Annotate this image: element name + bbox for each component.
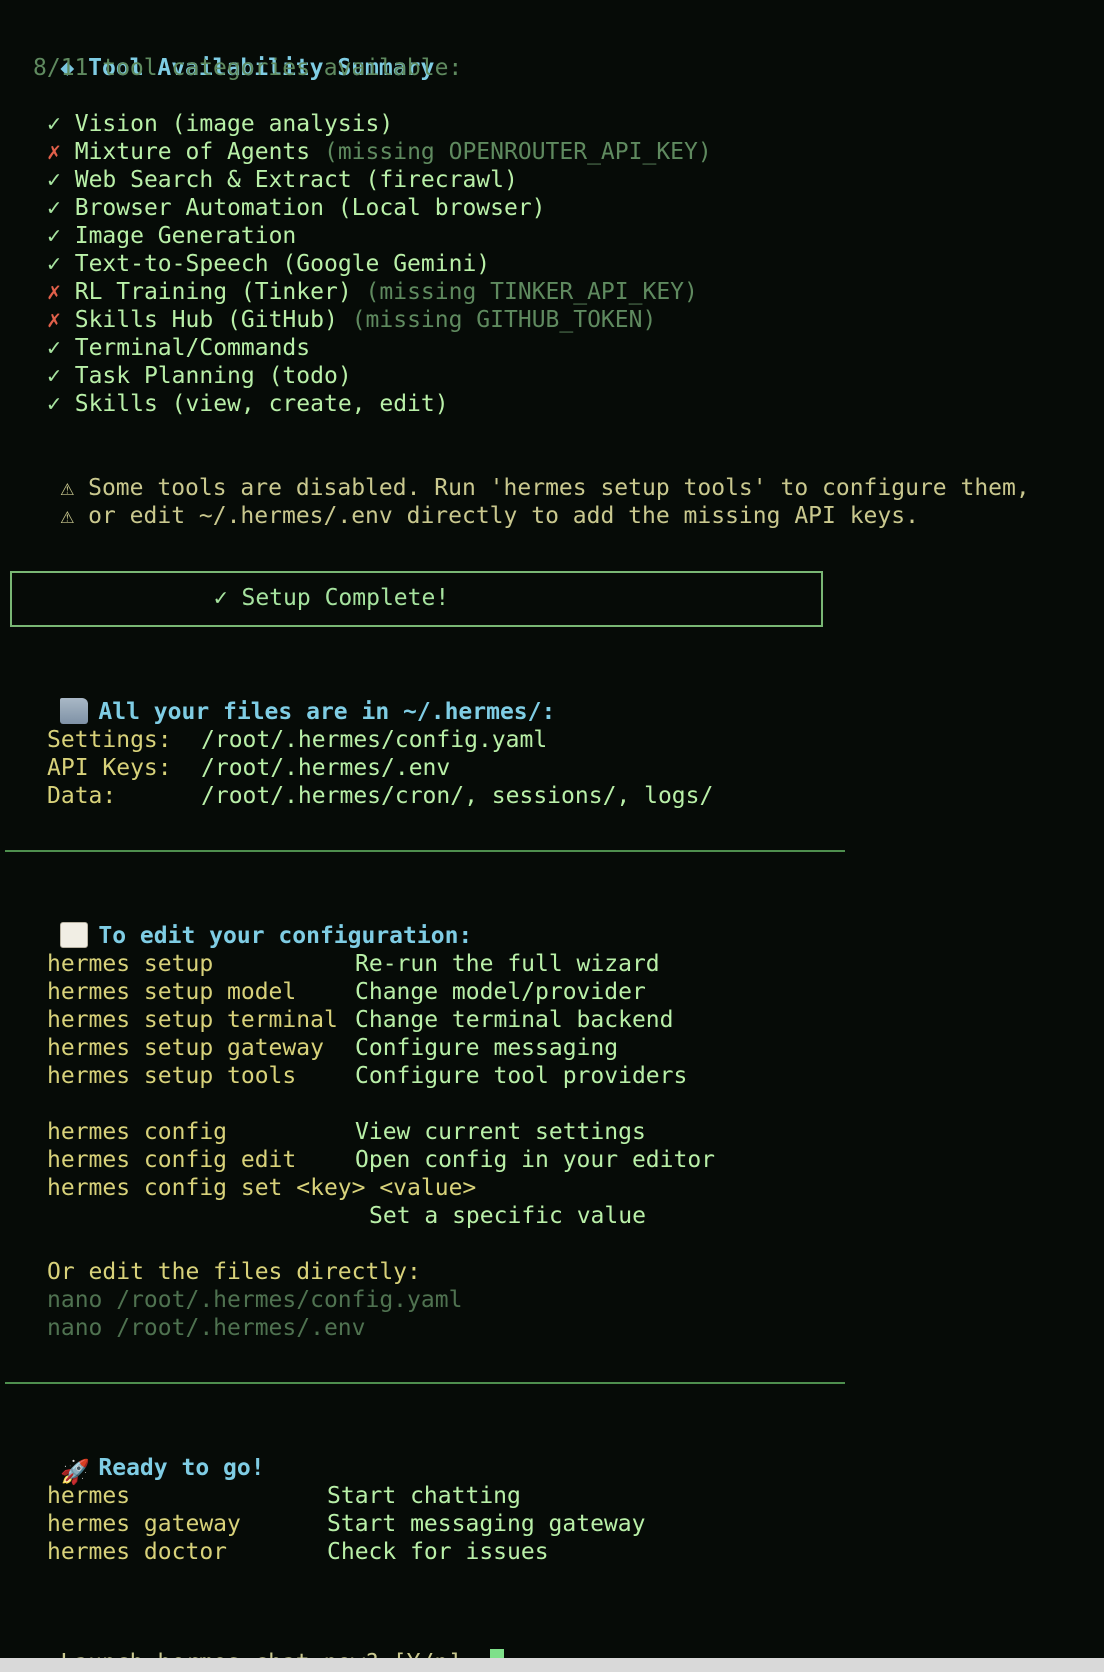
command-description: Configure messaging xyxy=(355,1035,619,1061)
tool-row: ✓ Image Generation xyxy=(47,222,296,250)
command-description: Re-run the full wizard xyxy=(355,951,660,977)
tool-missing-note: (missing GITHUB_TOKEN) xyxy=(351,307,657,333)
cross-icon: ✗ xyxy=(47,307,61,333)
command-description: Open config in your editor xyxy=(355,1147,716,1173)
tool-name: RL Training (Tinker) xyxy=(74,279,352,305)
command-name: hermes setup xyxy=(47,951,214,977)
tool-name: Task Planning (todo) xyxy=(74,363,352,389)
tool-missing-note: (missing TINKER_API_KEY) xyxy=(365,279,698,305)
file-path: /root/.hermes/cron/, sessions/, logs/ xyxy=(201,783,714,809)
tool-row: ✓ Web Search & Extract (firecrawl) xyxy=(47,166,518,194)
check-icon: ✓ xyxy=(47,195,61,221)
tool-name: Web Search & Extract (firecrawl) xyxy=(74,167,518,193)
tool-row: ✗ RL Training (Tinker) (missing TINKER_A… xyxy=(47,278,698,306)
tool-row: ✗ Skills Hub (GitHub) (missing GITHUB_TO… xyxy=(47,306,656,334)
config-heading-line: To edit your configuration: xyxy=(5,894,472,949)
config-set-desc: Set a specific value xyxy=(369,1203,646,1229)
ready-heading-line: 🚀 Ready to go! xyxy=(5,1426,264,1485)
tool-row: ✗ Mixture of Agents (missing OPENROUTER_… xyxy=(47,138,712,166)
ready-heading: Ready to go! xyxy=(98,1455,265,1481)
files-heading-line: All your files are in ~/.hermes/: xyxy=(5,670,555,725)
tool-name: Image Generation xyxy=(74,223,297,249)
cross-icon: ✗ xyxy=(47,279,61,305)
memo-icon xyxy=(60,922,89,948)
tool-name: Vision (image analysis) xyxy=(74,111,394,137)
launch-prompt-line[interactable]: Launch hermes chat now? [Y/n]: xyxy=(5,1621,504,1672)
check-icon: ✓ xyxy=(47,335,61,361)
direct-edit-cmd: nano /root/.hermes/.env xyxy=(47,1315,366,1341)
file-label: API Keys: xyxy=(47,755,172,781)
tool-name: Browser Automation (Local browser) xyxy=(74,195,546,221)
setup-complete-text: ✓ Setup Complete! xyxy=(213,585,450,611)
tool-row: ✓ Terminal/Commands xyxy=(47,334,310,362)
command-description: Change model/provider xyxy=(355,979,646,1005)
file-path: /root/.hermes/.env xyxy=(201,755,451,781)
warning-text: or edit ~/.hermes/.env directly to add t… xyxy=(88,503,919,529)
command-name: hermes setup gateway xyxy=(47,1035,324,1061)
file-path: /root/.hermes/config.yaml xyxy=(201,727,548,753)
tool-name: Terminal/Commands xyxy=(74,335,311,361)
divider xyxy=(5,850,845,852)
folder-icon xyxy=(60,698,89,724)
command-name: hermes config edit xyxy=(47,1147,297,1173)
check-icon: ✓ xyxy=(47,363,61,389)
command-description: Start messaging gateway xyxy=(327,1511,646,1537)
command-description: Start chatting xyxy=(327,1483,521,1509)
direct-edit-cmd: nano /root/.hermes/config.yaml xyxy=(47,1287,463,1313)
tool-row: ✓ Skills (view, create, edit) xyxy=(47,390,449,418)
cross-icon: ✗ xyxy=(47,139,61,165)
warning-line-2: ⚠ or edit ~/.hermes/.env directly to add… xyxy=(5,474,919,529)
tool-missing-note: (missing OPENROUTER_API_KEY) xyxy=(323,139,712,165)
command-description: Configure tool providers xyxy=(355,1063,688,1089)
tool-name: Skills (view, create, edit) xyxy=(74,391,449,417)
command-name: hermes doctor xyxy=(47,1539,228,1565)
direct-edit-heading: Or edit the files directly: xyxy=(47,1259,421,1285)
check-icon: ✓ xyxy=(47,167,61,193)
tool-name: Mixture of Agents xyxy=(74,139,311,165)
check-icon: ✓ xyxy=(47,223,61,249)
divider xyxy=(5,1382,845,1384)
command-name: hermes gateway xyxy=(47,1511,241,1537)
tool-row: ✓ Task Planning (todo) xyxy=(47,362,352,390)
window-bottom-bar xyxy=(0,1658,1104,1672)
check-icon: ✓ xyxy=(47,111,61,137)
command-name: hermes setup tools xyxy=(47,1063,297,1089)
check-icon: ✓ xyxy=(47,251,61,277)
command-name: hermes config xyxy=(47,1119,228,1145)
warning-line-1: ⚠ Some tools are disabled. Run 'hermes s… xyxy=(5,446,1029,501)
command-description: Check for issues xyxy=(327,1539,549,1565)
command-name: hermes setup terminal xyxy=(47,1007,338,1033)
terminal-window: ◆ Tool Availability Summary 8/11 tool ca… xyxy=(0,0,1104,1672)
files-heading: All your files are in ~/.hermes/: xyxy=(98,699,556,725)
summary-count: 8/11 tool categories available: xyxy=(33,55,463,81)
tool-name: Text-to-Speech (Google Gemini) xyxy=(74,251,491,277)
tool-row: ✓ Browser Automation (Local browser) xyxy=(47,194,546,222)
command-description: Change terminal backend xyxy=(355,1007,674,1033)
file-label: Data: xyxy=(47,783,117,809)
config-set-cmd: hermes config set <key> <value> xyxy=(47,1175,477,1201)
file-label: Settings: xyxy=(47,727,172,753)
command-description: View current settings xyxy=(355,1119,646,1145)
tool-row: ✓ Vision (image analysis) xyxy=(47,110,393,138)
warning-icon: ⚠ xyxy=(60,503,75,529)
tool-row: ✓ Text-to-Speech (Google Gemini) xyxy=(47,250,490,278)
command-name: hermes setup model xyxy=(47,979,297,1005)
summary-title-line: ◆ Tool Availability Summary xyxy=(5,26,434,81)
setup-complete-box: ✓ Setup Complete! xyxy=(10,571,823,627)
config-heading: To edit your configuration: xyxy=(98,923,473,949)
command-name: hermes xyxy=(47,1483,131,1509)
check-icon: ✓ xyxy=(47,391,61,417)
tool-name: Skills Hub (GitHub) xyxy=(74,307,338,333)
